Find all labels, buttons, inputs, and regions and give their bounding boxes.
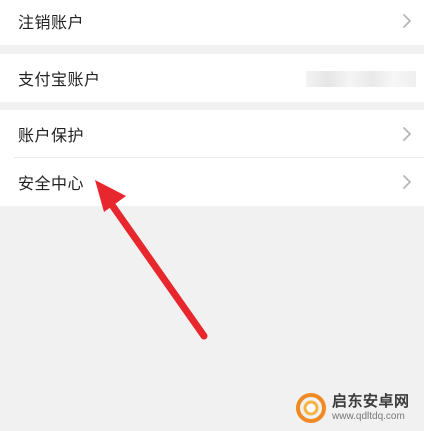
red-arrow-annotation-icon xyxy=(95,180,208,340)
watermark: 启东安卓网 www.qdltdq.com xyxy=(296,390,420,426)
watermark-logo-icon xyxy=(296,393,326,423)
watermark-name: 启东安卓网 xyxy=(332,392,410,410)
watermark-url: www.qdltdq.com xyxy=(332,411,405,422)
